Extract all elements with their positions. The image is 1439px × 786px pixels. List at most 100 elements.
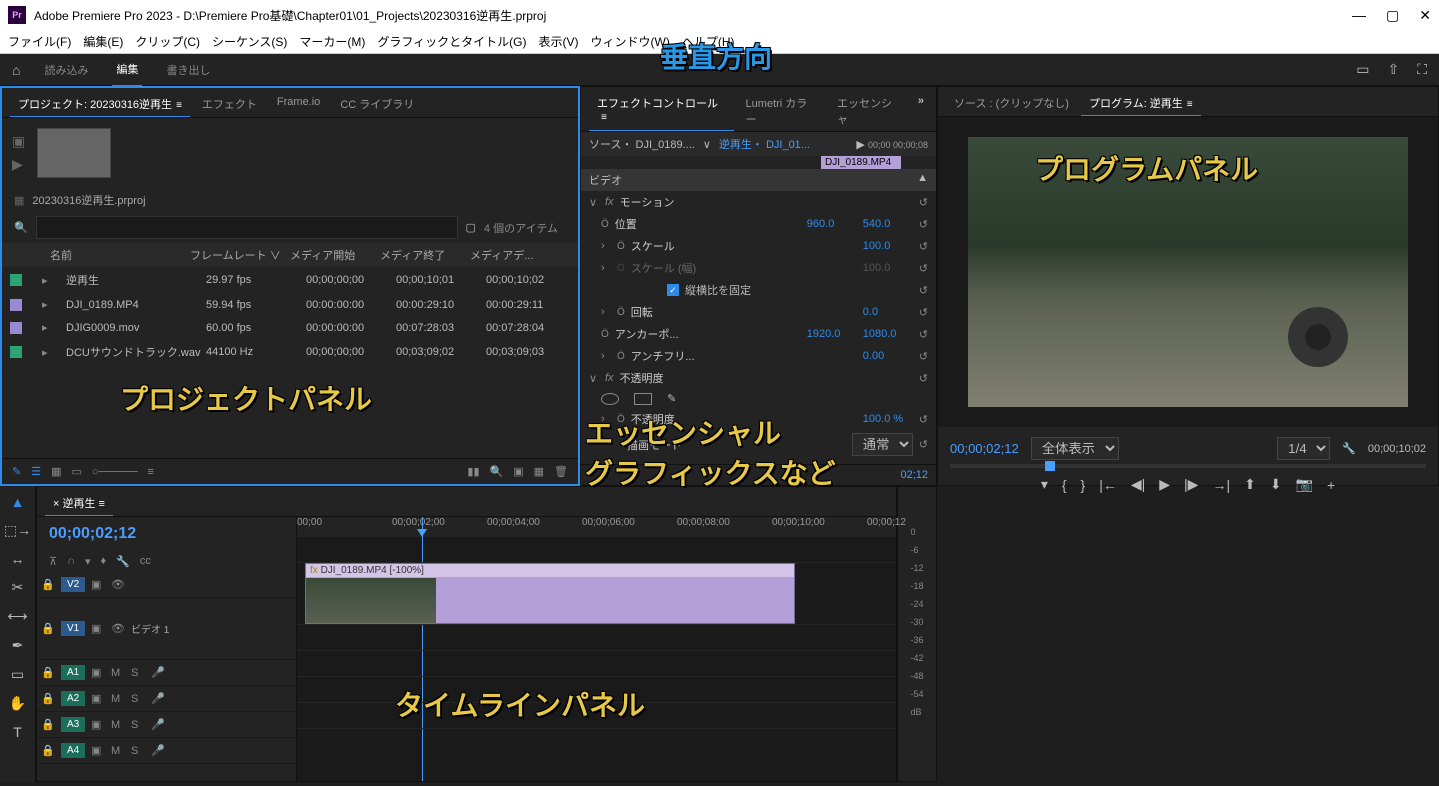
- menu-edit[interactable]: 編集(E): [83, 33, 123, 50]
- new-bin-icon[interactable]: ▣: [513, 465, 523, 478]
- tab-essential[interactable]: エッセンシャ: [829, 91, 910, 131]
- snap-icon[interactable]: ⊼: [49, 555, 57, 568]
- home-icon[interactable]: ⌂: [12, 62, 20, 78]
- menu-view[interactable]: 表示(V): [539, 33, 579, 50]
- track-header-v2[interactable]: 🔒V2▣👁: [37, 572, 296, 598]
- fullscreen-icon[interactable]: ⛶: [1417, 61, 1427, 78]
- selection-tool[interactable]: ▲: [11, 494, 25, 510]
- type-tool[interactable]: T: [13, 724, 22, 740]
- lift-icon[interactable]: ⬆: [1244, 476, 1256, 493]
- menu-clip[interactable]: クリップ(C): [135, 33, 200, 50]
- tab-lumetri[interactable]: Lumetri カラー: [738, 91, 825, 131]
- iconview-icon[interactable]: ▦: [51, 465, 61, 478]
- go-in-icon[interactable]: |←: [1099, 477, 1117, 493]
- workspace-import[interactable]: 読み込み: [40, 54, 92, 86]
- asset-row[interactable]: ▸DCUサウンドトラック.wav44100 Hz00;00;00;0000;03…: [2, 339, 578, 365]
- delete-icon[interactable]: 🗑: [554, 465, 568, 478]
- program-video-frame[interactable]: [968, 137, 1408, 407]
- tab-source[interactable]: ソース : (クリップなし): [946, 91, 1077, 116]
- bin-icon[interactable]: ▢: [466, 221, 476, 234]
- maximize-button[interactable]: ▢: [1386, 7, 1399, 24]
- extract-icon[interactable]: ⬇: [1270, 476, 1282, 493]
- menu-graphics[interactable]: グラフィックとタイトル(G): [377, 33, 526, 50]
- track-header-a3[interactable]: 🔒A3▣MS🎤: [37, 712, 296, 738]
- timeline-timecode[interactable]: 00;00;02;12: [49, 525, 136, 542]
- menu-marker[interactable]: マーカー(M): [299, 33, 365, 50]
- share-icon[interactable]: ⇧: [1387, 61, 1399, 78]
- sequence-tab[interactable]: × 逆再生 ≡: [45, 491, 113, 516]
- button-editor-icon[interactable]: +: [1327, 477, 1335, 493]
- tab-cclib[interactable]: CC ライブラリ: [332, 92, 422, 117]
- add-marker-icon[interactable]: ▾: [1041, 476, 1048, 493]
- program-fit-select[interactable]: 全体表示: [1031, 437, 1119, 460]
- pen-tool[interactable]: ✒: [12, 637, 24, 654]
- minimize-button[interactable]: —: [1352, 7, 1366, 24]
- workspace-export[interactable]: 書き出し: [162, 54, 214, 86]
- track-header-v1[interactable]: 🔒V1▣👁ビデオ 1: [37, 598, 296, 660]
- tab-effect-controls[interactable]: エフェクトコントロール≡: [589, 91, 734, 131]
- program-scrubber[interactable]: [950, 464, 1426, 468]
- zoom-slider[interactable]: ○─────: [92, 466, 138, 478]
- track-a3-lane[interactable]: [297, 677, 896, 703]
- video-clip[interactable]: fx DJI_0189.MP4 [-100%]: [305, 563, 795, 624]
- menu-help[interactable]: ヘルプ(H): [682, 33, 735, 50]
- workspace-edit[interactable]: 編集: [112, 53, 142, 87]
- menu-file[interactable]: ファイル(F): [8, 33, 71, 50]
- program-tc-current[interactable]: 00;00;02;12: [950, 441, 1019, 456]
- mark-in-icon[interactable]: {: [1062, 477, 1067, 493]
- mark-out-icon[interactable]: }: [1081, 477, 1086, 493]
- rect-tool[interactable]: ▭: [11, 666, 24, 683]
- uniform-scale-checkbox[interactable]: ✓: [667, 284, 679, 296]
- track-a2-lane[interactable]: [297, 651, 896, 677]
- tab-frameio[interactable]: Frame.io: [269, 92, 328, 117]
- play-button[interactable]: ▶: [1159, 476, 1170, 493]
- menu-sequence[interactable]: シーケンス(S): [212, 33, 287, 50]
- razor-tool[interactable]: ✂: [12, 579, 24, 596]
- blend-mode-select[interactable]: 通常: [852, 433, 913, 456]
- program-zoom-select[interactable]: 1/4: [1277, 437, 1330, 460]
- mask-rect-icon[interactable]: [634, 393, 652, 405]
- listview-icon[interactable]: ☰: [31, 465, 41, 478]
- tab-project[interactable]: プロジェクト: 20230316逆再生≡: [10, 92, 190, 117]
- ripple-tool[interactable]: ↔: [11, 551, 25, 567]
- track-header-a2[interactable]: 🔒A2▣MS🎤: [37, 686, 296, 712]
- go-out-icon[interactable]: →|: [1212, 477, 1230, 493]
- pencil-icon[interactable]: ✎: [12, 465, 21, 478]
- track-header-a4[interactable]: 🔒A4▣MS🎤: [37, 738, 296, 764]
- reset-motion-icon[interactable]: ↺: [919, 196, 928, 209]
- hand-tool[interactable]: ✋: [9, 695, 26, 712]
- auto-transcribe-icon[interactable]: ▮▮: [467, 465, 479, 478]
- marker-icon[interactable]: ▾: [85, 555, 91, 568]
- settings-icon[interactable]: ♦: [101, 555, 107, 568]
- cc-icon[interactable]: cc: [140, 555, 151, 568]
- close-button[interactable]: ✕: [1419, 7, 1431, 24]
- mask-pen-icon[interactable]: ✎: [667, 392, 676, 405]
- step-back-icon[interactable]: ◀|: [1131, 476, 1145, 493]
- tab-effects[interactable]: エフェクト: [194, 92, 265, 117]
- sort-icon[interactable]: ≡: [148, 466, 154, 478]
- freeform-icon[interactable]: ▭: [72, 465, 82, 478]
- slip-tool[interactable]: ⟷: [7, 608, 27, 625]
- new-item-icon[interactable]: ▦: [534, 465, 544, 478]
- track-v2-lane[interactable]: [297, 537, 896, 563]
- panel-overflow-icon[interactable]: »: [914, 91, 928, 131]
- search-input[interactable]: [36, 216, 458, 239]
- step-fwd-icon[interactable]: |▶: [1184, 476, 1198, 493]
- linked-icon[interactable]: ∩: [67, 555, 75, 568]
- track-v1-lane[interactable]: fx DJI_0189.MP4 [-100%]: [297, 563, 896, 625]
- track-header-a1[interactable]: 🔒A1▣MS🎤: [37, 660, 296, 686]
- asset-row[interactable]: ▸DJIG0009.mov60.00 fps00:00:00:0000:07:2…: [2, 316, 578, 339]
- export-frame-icon[interactable]: 📷: [1296, 476, 1313, 493]
- asset-row[interactable]: ▸DJI_0189.MP459.94 fps00:00:00:0000:00:2…: [2, 293, 578, 316]
- tab-program[interactable]: プログラム: 逆再生≡: [1081, 91, 1201, 116]
- find-icon[interactable]: 🔍: [490, 465, 504, 478]
- track-a1-lane[interactable]: [297, 625, 896, 651]
- asset-row[interactable]: ▸逆再生29.97 fps00;00;00;0000;00;10;0100;00…: [2, 267, 578, 293]
- quick-export-icon[interactable]: ▭: [1356, 61, 1369, 78]
- wrench-icon[interactable]: 🔧: [116, 555, 130, 568]
- track-select-tool[interactable]: ⬚→: [4, 522, 31, 539]
- track-a4-lane[interactable]: [297, 703, 896, 729]
- wrench-icon[interactable]: 🔧: [1342, 442, 1356, 455]
- menu-window[interactable]: ウィンドウ(W): [591, 33, 670, 50]
- mask-ellipse-icon[interactable]: [601, 393, 619, 405]
